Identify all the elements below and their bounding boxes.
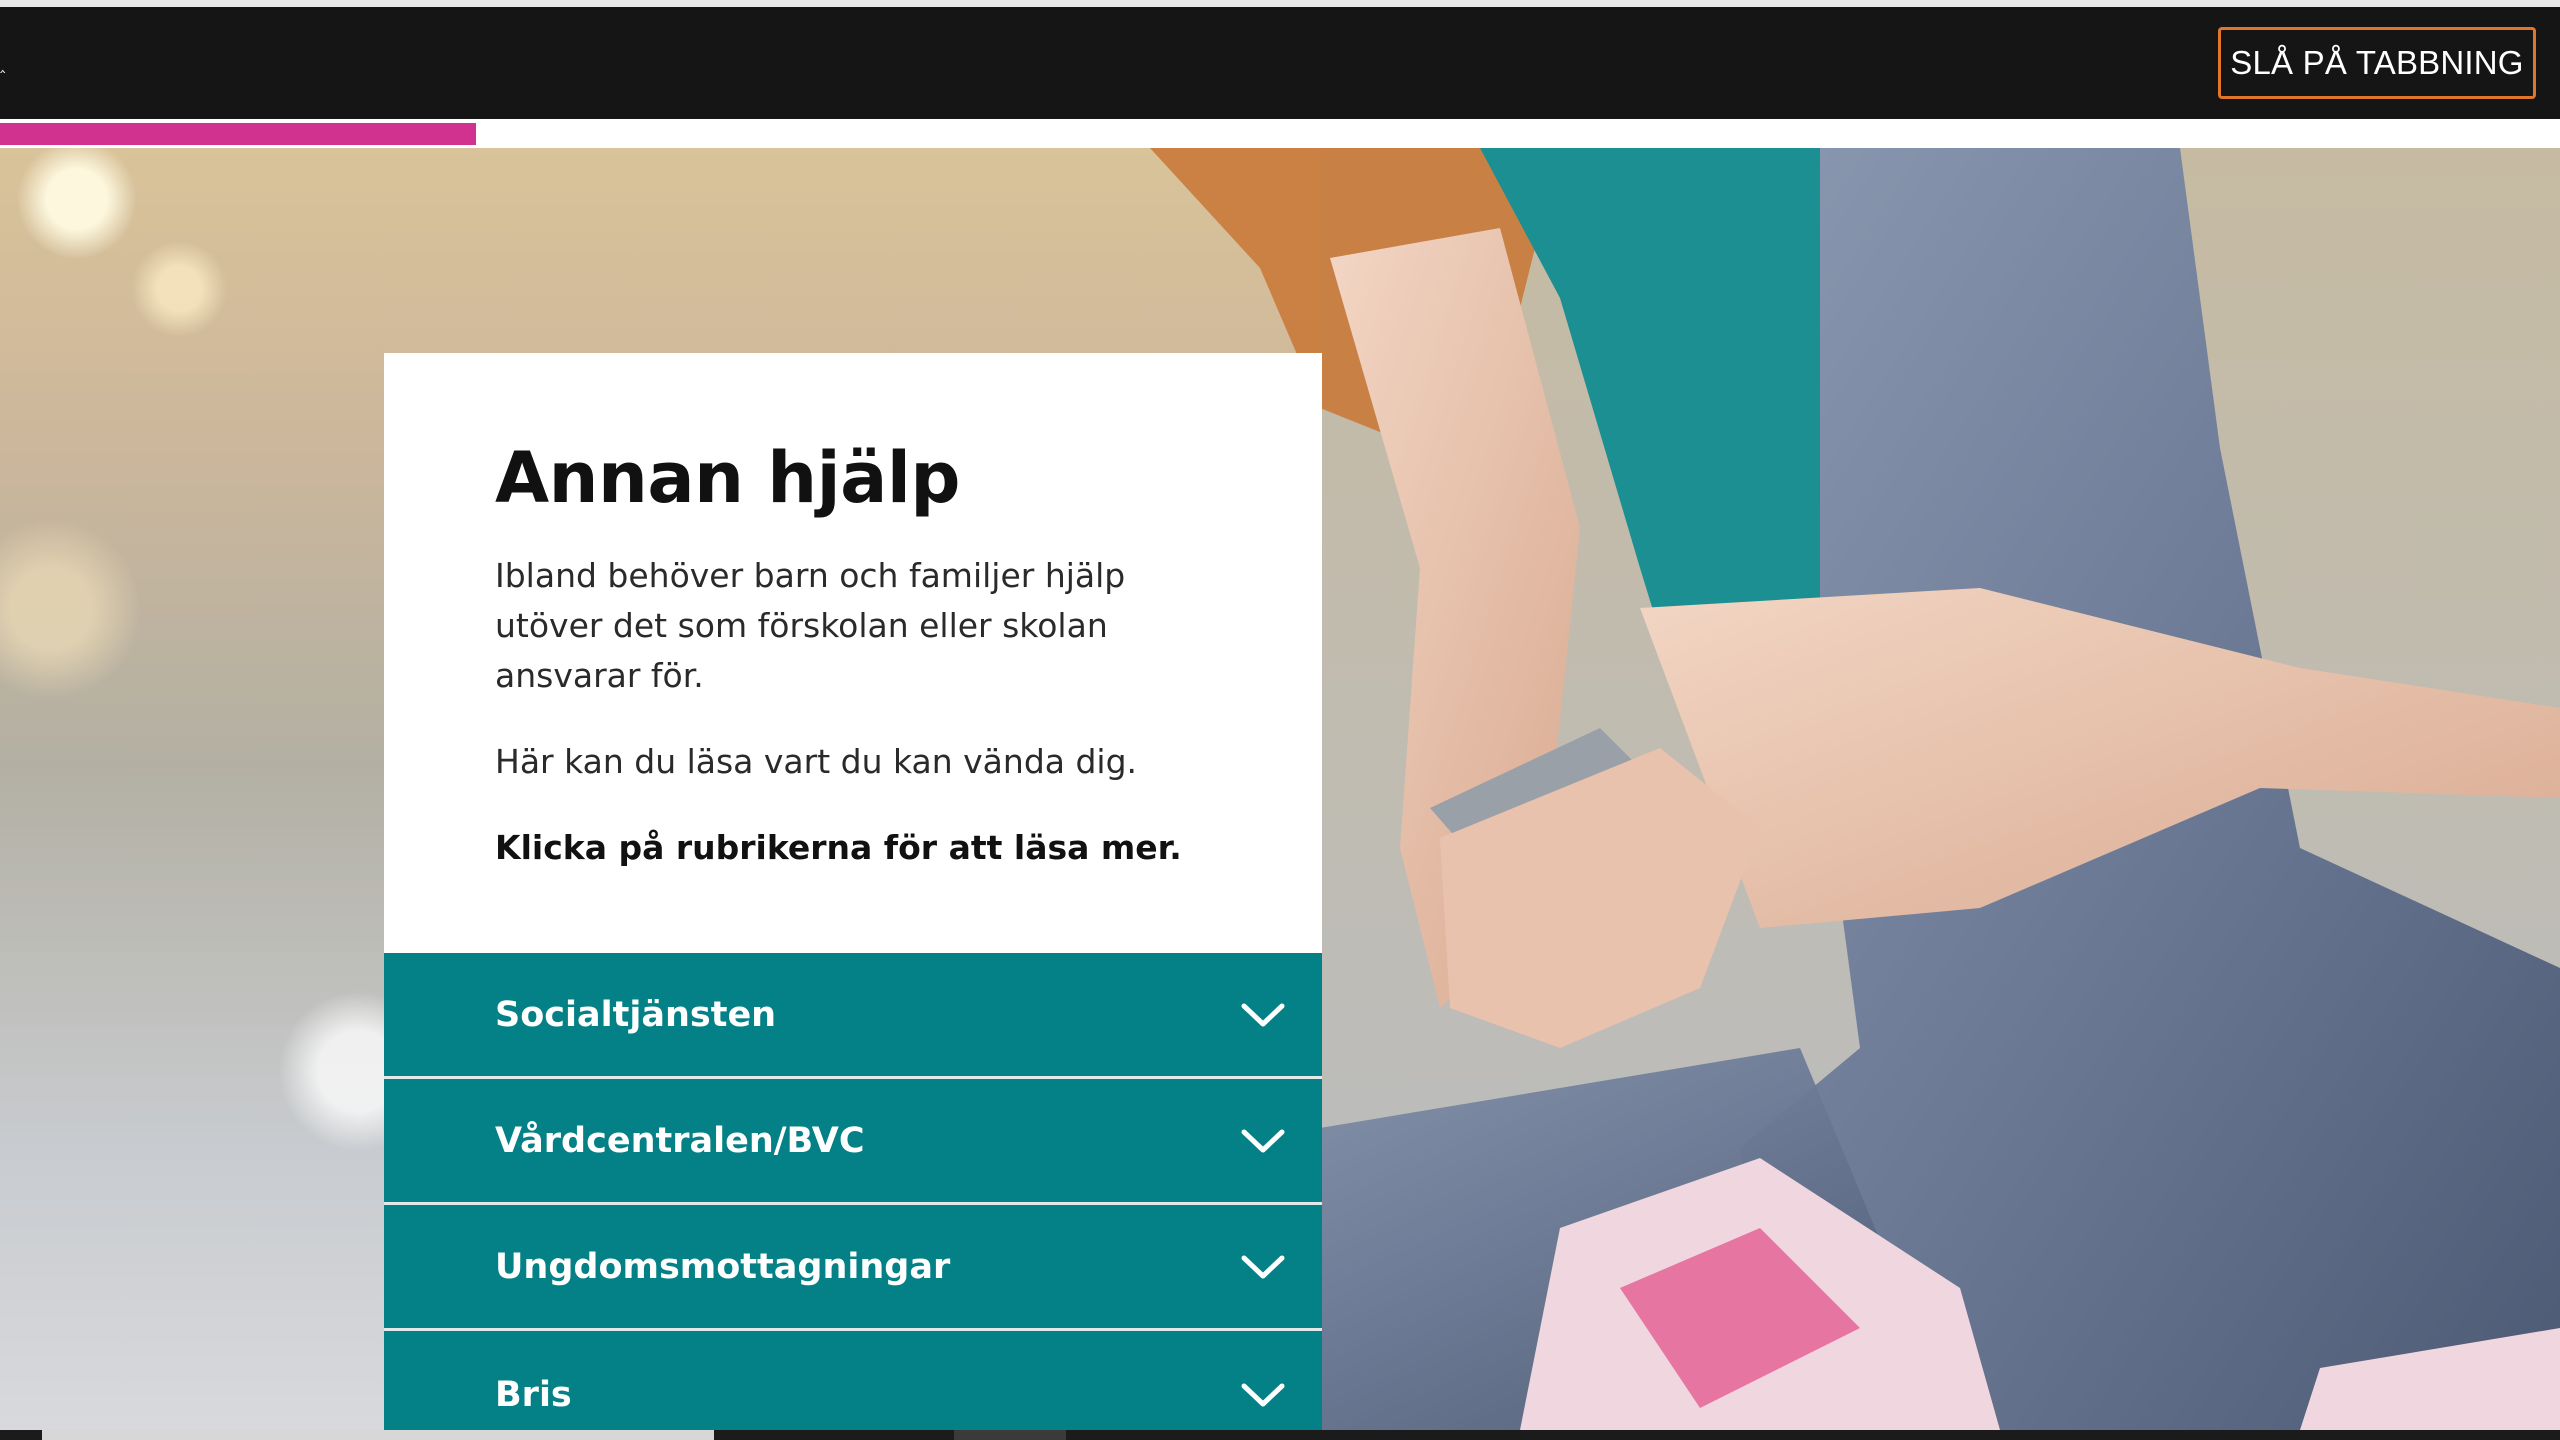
taskbar-tab[interactable] (42, 1430, 714, 1440)
page: ‸ SLÅ PÅ TABBNING Annan hjälp Ibland beh… (0, 0, 2560, 1440)
accordion-item-label: Socialtjänsten (495, 994, 777, 1035)
progress-bar (0, 119, 2560, 148)
top-toolbar: ‸ SLÅ PÅ TABBNING (0, 7, 2560, 119)
accordion: Socialtjänsten Vårdcentralen/BVC Ungdoms… (384, 953, 1322, 1430)
card-intro-text: Ibland behöver barn och familjer hjälp u… (495, 556, 1126, 695)
taskbar-tab[interactable] (954, 1430, 1066, 1440)
window-top-strip (0, 0, 2560, 7)
card-title: Annan hjälp (495, 437, 960, 519)
back-caret-icon[interactable]: ‸ (0, 56, 10, 72)
accordion-item-label: Vårdcentralen/BVC (495, 1120, 865, 1161)
tab-navigation-toggle-button[interactable]: SLÅ PÅ TABBNING (2218, 27, 2536, 99)
chevron-down-icon (1241, 1255, 1285, 1278)
accordion-item-label: Bris (495, 1375, 572, 1415)
accordion-item-label: Ungdomsmottagningar (495, 1246, 951, 1287)
card-secondary-text: Här kan du läsa vart du kan vända dig. (495, 742, 1138, 781)
card-instruction-text: Klicka på rubrikerna för att läsa mer. (495, 828, 1182, 867)
chevron-down-icon (1241, 1129, 1285, 1152)
hero-background-image: Annan hjälp Ibland behöver barn och fami… (0, 148, 2560, 1430)
accordion-item-vardcentralen-bvc[interactable]: Vårdcentralen/BVC (384, 1079, 1322, 1205)
chevron-down-icon (1241, 1003, 1285, 1026)
accordion-item-socialtjansten[interactable]: Socialtjänsten (384, 953, 1322, 1079)
accordion-item-ungdomsmottagningar[interactable]: Ungdomsmottagningar (384, 1205, 1322, 1331)
accordion-item-bris[interactable]: Bris (384, 1331, 1322, 1430)
info-card: Annan hjälp Ibland behöver barn och fami… (384, 353, 1322, 953)
chevron-down-icon (1241, 1383, 1285, 1407)
progress-bar-fill (0, 123, 477, 145)
